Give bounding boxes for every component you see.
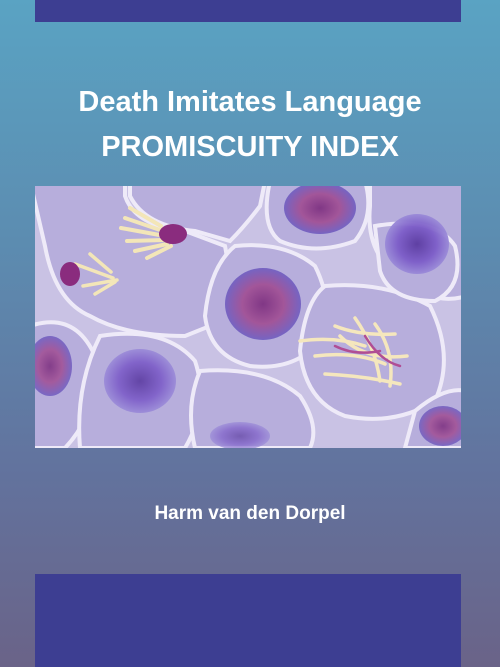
top-band xyxy=(35,0,461,22)
bottom-band xyxy=(35,574,461,667)
book-title: Death Imitates Language xyxy=(78,86,422,118)
author-name: Harm van den Dorpel xyxy=(154,503,346,524)
book-subtitle: PROMISCUITY INDEX xyxy=(101,131,399,163)
cover-micrograph-image xyxy=(35,186,461,448)
